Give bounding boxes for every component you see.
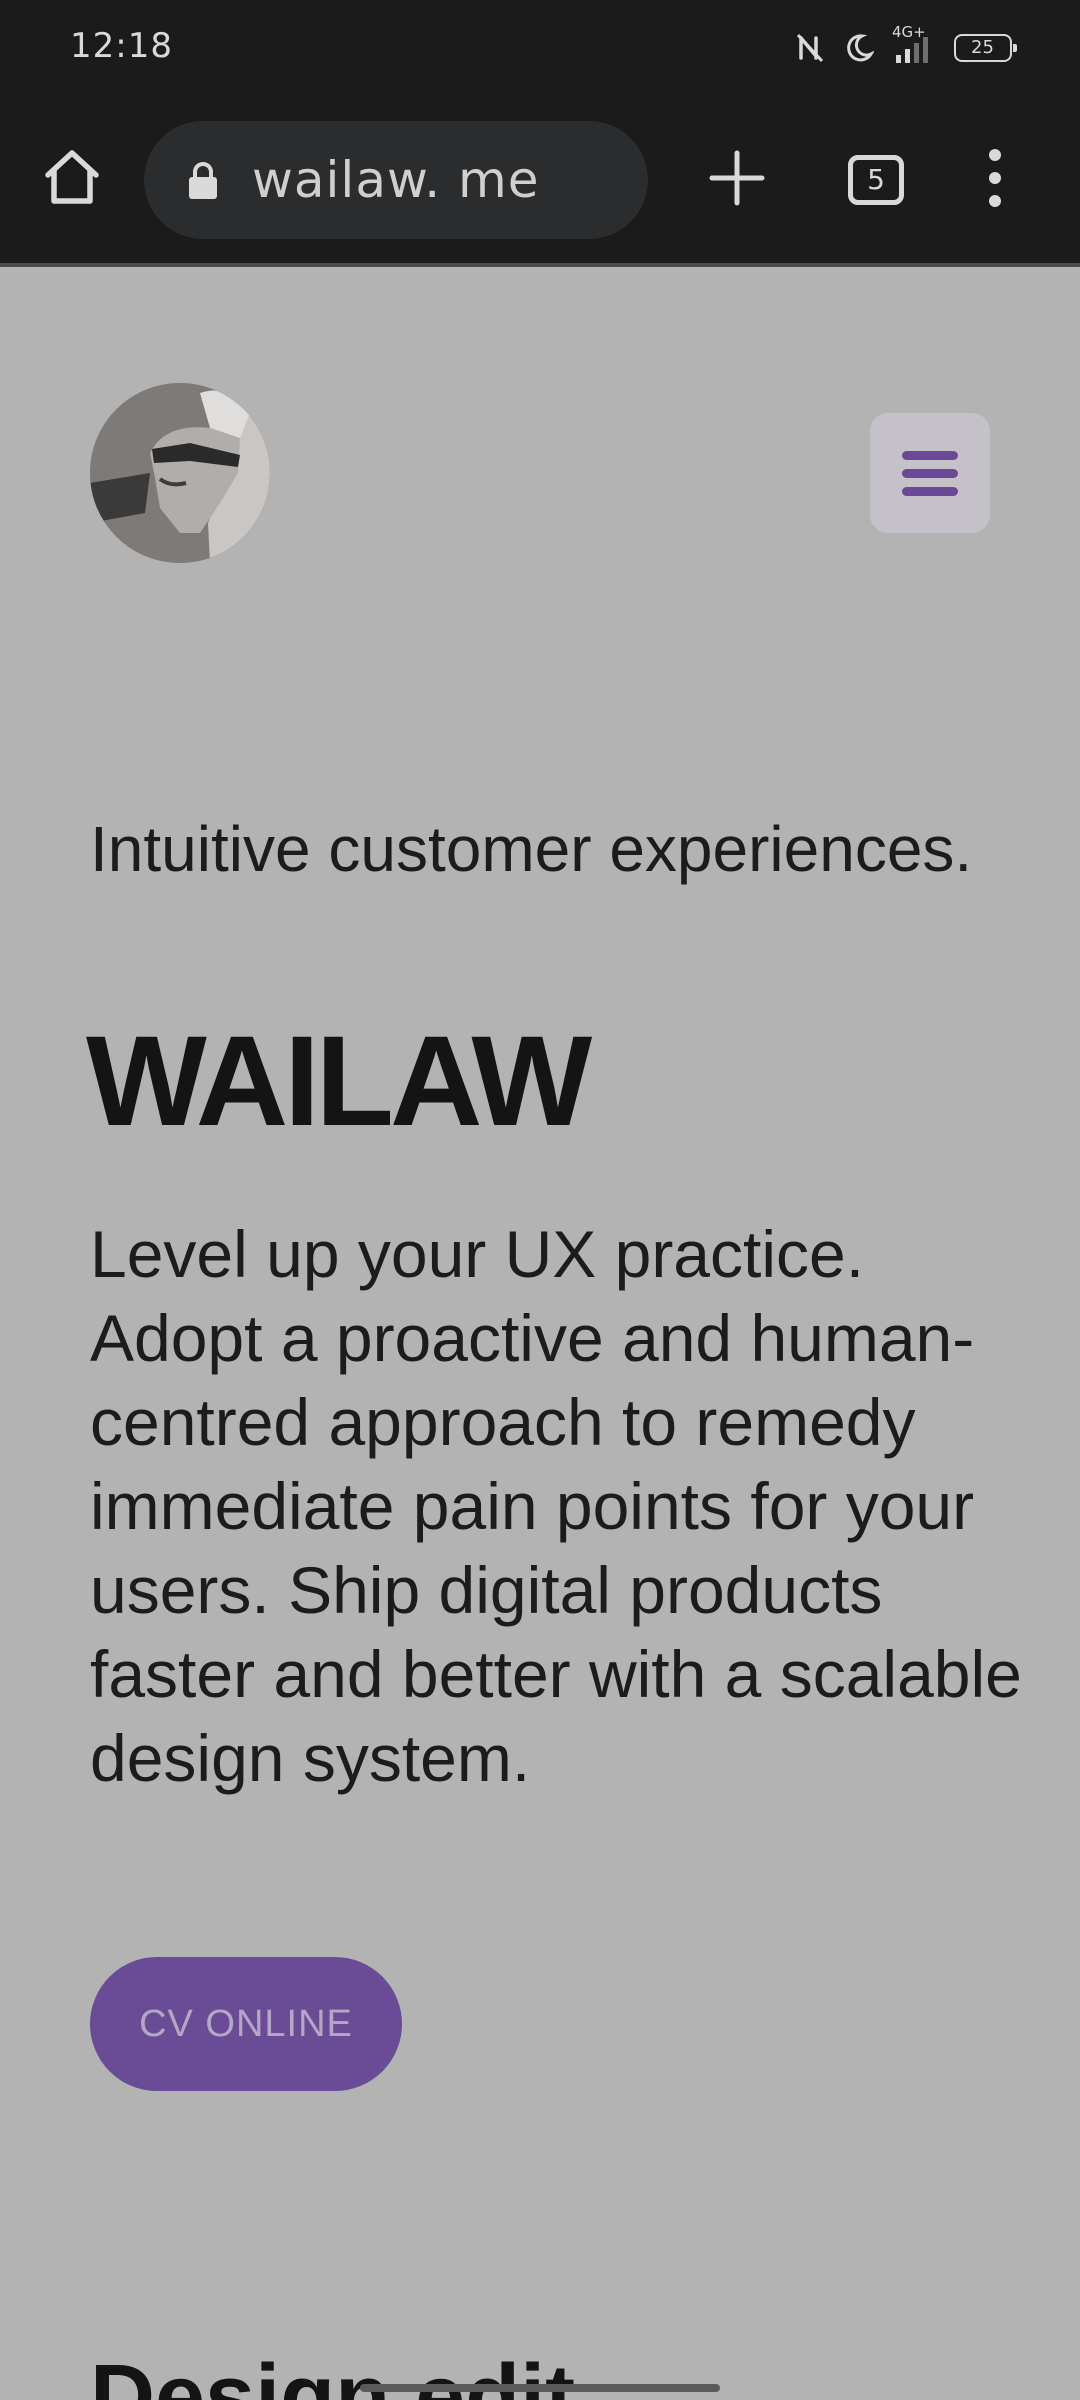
nfc-off-icon	[796, 33, 824, 63]
hero-tagline: Intuitive customer experiences.	[90, 813, 973, 885]
home-icon[interactable]	[40, 145, 104, 209]
signal-icon	[896, 37, 928, 63]
web-page: Intuitive customer experiences. WAILAW L…	[0, 267, 1080, 2400]
avatar[interactable]	[90, 383, 270, 563]
more-vert-icon[interactable]	[980, 145, 1010, 211]
url-text[interactable]: wailaw. me	[252, 151, 540, 209]
hamburger-line	[902, 487, 958, 496]
do-not-disturb-moon-icon	[847, 34, 874, 62]
address-bar[interactable]: wailaw. me	[144, 121, 648, 239]
lock-icon[interactable]	[186, 161, 220, 201]
plus-icon[interactable]	[704, 145, 770, 211]
battery-level: 25	[971, 37, 994, 58]
browser-toolbar: wailaw. me 5	[0, 95, 1080, 265]
brand-title: WAILAW	[86, 1010, 592, 1153]
tabs-icon[interactable]: 5	[848, 155, 904, 205]
signal-indicator: 4G+	[892, 23, 936, 65]
hamburger-line	[902, 451, 958, 460]
avatar-portrait-image	[90, 383, 270, 563]
battery-icon: 25	[954, 34, 1017, 62]
status-time: 12:18	[70, 26, 173, 66]
gesture-navigation-bar[interactable]	[360, 2384, 720, 2392]
hero-description: Level up your UX practice. Adopt a proac…	[90, 1217, 1022, 1795]
hamburger-line	[902, 469, 958, 478]
tab-count: 5	[867, 163, 885, 196]
status-bar: 12:18 4G+ 25	[0, 0, 1080, 95]
hamburger-menu-button[interactable]	[870, 413, 990, 533]
cv-online-button[interactable]: CV ONLINE	[90, 1957, 402, 2091]
status-icons: 4G+ 25	[796, 23, 1017, 68]
next-section-heading: Design edit	[90, 2347, 576, 2400]
